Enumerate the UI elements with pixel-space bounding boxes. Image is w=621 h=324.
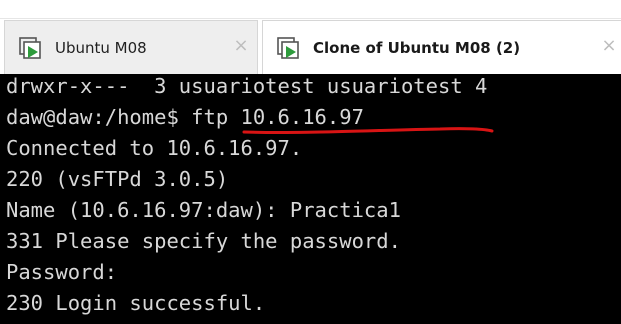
vm-console-window: Ubuntu M08 × Clone of Ubuntu M08 (2) × d… xyxy=(0,0,621,324)
tab-label: Ubuntu M08 xyxy=(55,38,147,57)
terminal-line: drwxr-x--- 3 usuariotest usuariotest 4 xyxy=(6,74,488,98)
close-icon[interactable]: × xyxy=(231,36,251,56)
terminal-console[interactable]: drwxr-x--- 3 usuariotest usuariotest 4 d… xyxy=(0,74,621,324)
terminal-line: Connected to 10.6.16.97. xyxy=(6,136,303,160)
terminal-line: Password: xyxy=(6,260,118,284)
terminal-line: 331 Please specify the password. xyxy=(6,229,401,253)
terminal-line: daw@daw:/home$ ftp 10.6.16.97 xyxy=(6,105,364,129)
close-icon[interactable]: × xyxy=(599,36,619,56)
tab-clone-of-ubuntu-m08-2[interactable]: Clone of Ubuntu M08 (2) × xyxy=(262,20,621,74)
tab-bar-divider xyxy=(0,18,621,19)
terminal-line: 230 Login successful. xyxy=(6,291,266,315)
terminal-line: 220 (vsFTPd 3.0.5) xyxy=(6,167,229,191)
vm-icon xyxy=(19,36,41,59)
vm-icon xyxy=(277,36,299,59)
terminal-line: Name (10.6.16.97:daw): Practica1 xyxy=(6,198,401,222)
tab-label: Clone of Ubuntu M08 (2) xyxy=(313,38,521,57)
tab-ubuntu-m08[interactable]: Ubuntu M08 × xyxy=(4,20,258,74)
tab-bar: Ubuntu M08 × Clone of Ubuntu M08 (2) × xyxy=(0,0,621,74)
